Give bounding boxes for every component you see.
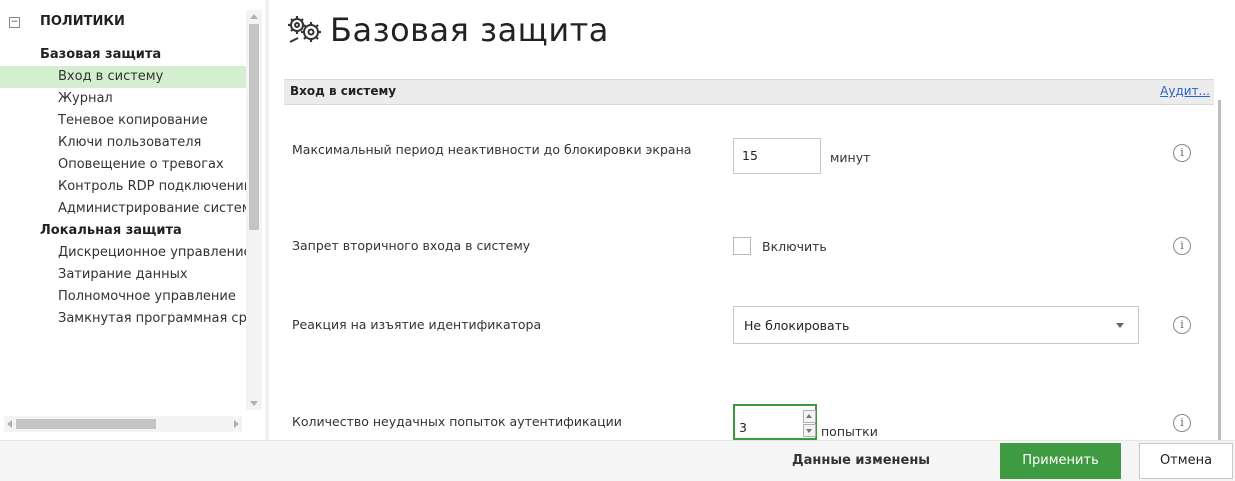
apply-button[interactable]: Применить (1000, 443, 1121, 479)
failed-attempts-label: Количество неудачных попыток аутентифика… (292, 414, 622, 429)
tree-child-item[interactable]: Полномочное управление (0, 286, 246, 308)
tree-child-item[interactable]: Теневое копирование (0, 110, 246, 132)
failed-attempts-value[interactable]: 3 (739, 420, 747, 435)
tree-child-item[interactable]: Администрирование системы (0, 198, 246, 220)
inactivity-input[interactable]: 15 (733, 138, 821, 174)
info-icon[interactable]: i (1173, 144, 1191, 162)
section-title: Вход в систему (290, 84, 397, 98)
page-header: Базовая защита (284, 8, 609, 52)
tree-child-item[interactable]: Журнал (0, 88, 246, 110)
stepper-down-icon[interactable] (803, 424, 816, 437)
info-icon[interactable]: i (1173, 414, 1191, 432)
tree-vertical-scrollbar[interactable] (246, 10, 262, 410)
tree-group-item[interactable]: Локальная защита (0, 220, 246, 242)
setting-row-failed-attempts: Количество неудачных попыток аутентифика… (284, 404, 1214, 440)
setting-row-token-removal: Реакция на изъятие идентификатора Не бло… (284, 306, 1214, 346)
cancel-button[interactable]: Отмена (1139, 443, 1233, 479)
content-scrollbar[interactable] (1218, 100, 1221, 440)
gears-icon (288, 16, 321, 43)
secondary-login-checkbox-label[interactable]: Включить (762, 239, 827, 254)
tree-horizontal-scrollbar[interactable] (4, 416, 242, 432)
inactivity-unit: минут (830, 150, 871, 165)
failed-attempts-stepper[interactable]: 3 (733, 404, 817, 440)
chevron-down-icon[interactable] (1116, 323, 1124, 328)
tree-child-item[interactable]: Оповещение о тревогах (0, 154, 246, 176)
scrollbar-thumb[interactable] (249, 24, 259, 230)
status-text: Данные изменены (792, 453, 931, 468)
page-title: Базовая защита (330, 11, 609, 49)
info-icon[interactable]: i (1173, 316, 1191, 334)
scroll-down-arrow-icon[interactable] (250, 401, 258, 406)
tree-child-item[interactable]: Контроль RDP подключений (0, 176, 246, 198)
tree-list: Базовая защита Вход в систему Журнал Тенево… (0, 44, 246, 330)
failed-attempts-unit: попытки (821, 424, 878, 439)
token-removal-selected-value: Не блокировать (744, 318, 850, 333)
secondary-login-checkbox[interactable] (733, 237, 751, 255)
section-header: Вход в систему Аудит... (284, 79, 1214, 105)
scroll-up-arrow-icon[interactable] (250, 14, 258, 19)
scroll-left-arrow-icon[interactable] (7, 420, 12, 428)
token-removal-label: Реакция на изъятие идентификатора (292, 317, 542, 332)
scrollbar-thumb[interactable] (16, 419, 156, 429)
setting-row-inactivity: Максимальный период неактивности до блок… (284, 138, 1214, 178)
info-icon[interactable]: i (1173, 237, 1191, 255)
policy-tree: − ПОЛИТИКИ Базовая защита Вход в систему Ж… (0, 0, 262, 440)
tree-child-item[interactable]: Вход в систему (0, 66, 246, 88)
setting-row-secondary-login: Запрет вторичного входа в систему Включи… (284, 232, 1214, 262)
tree-root-label[interactable]: ПОЛИТИКИ (40, 14, 125, 29)
inactivity-label: Максимальный период неактивности до блок… (292, 142, 692, 157)
footer-bar: Данные изменены Применить Отмена (0, 440, 1235, 481)
tree-child-item[interactable]: Ключи пользователя (0, 132, 246, 154)
audit-link[interactable]: Аудит... (1160, 84, 1210, 98)
scroll-right-arrow-icon[interactable] (234, 420, 239, 428)
tree-child-item[interactable]: Дискреционное управление (0, 242, 246, 264)
stepper-up-icon[interactable] (803, 410, 816, 423)
collapse-toggle-icon[interactable]: − (9, 17, 20, 28)
secondary-login-label: Запрет вторичного входа в систему (292, 238, 531, 253)
tree-child-item[interactable]: Замкнутая программная среда (0, 308, 246, 330)
tree-group-item[interactable]: Базовая защита (0, 44, 246, 66)
tree-child-item[interactable]: Затирание данных (0, 264, 246, 286)
token-removal-select[interactable]: Не блокировать (733, 306, 1139, 344)
pane-splitter[interactable] (265, 0, 269, 440)
